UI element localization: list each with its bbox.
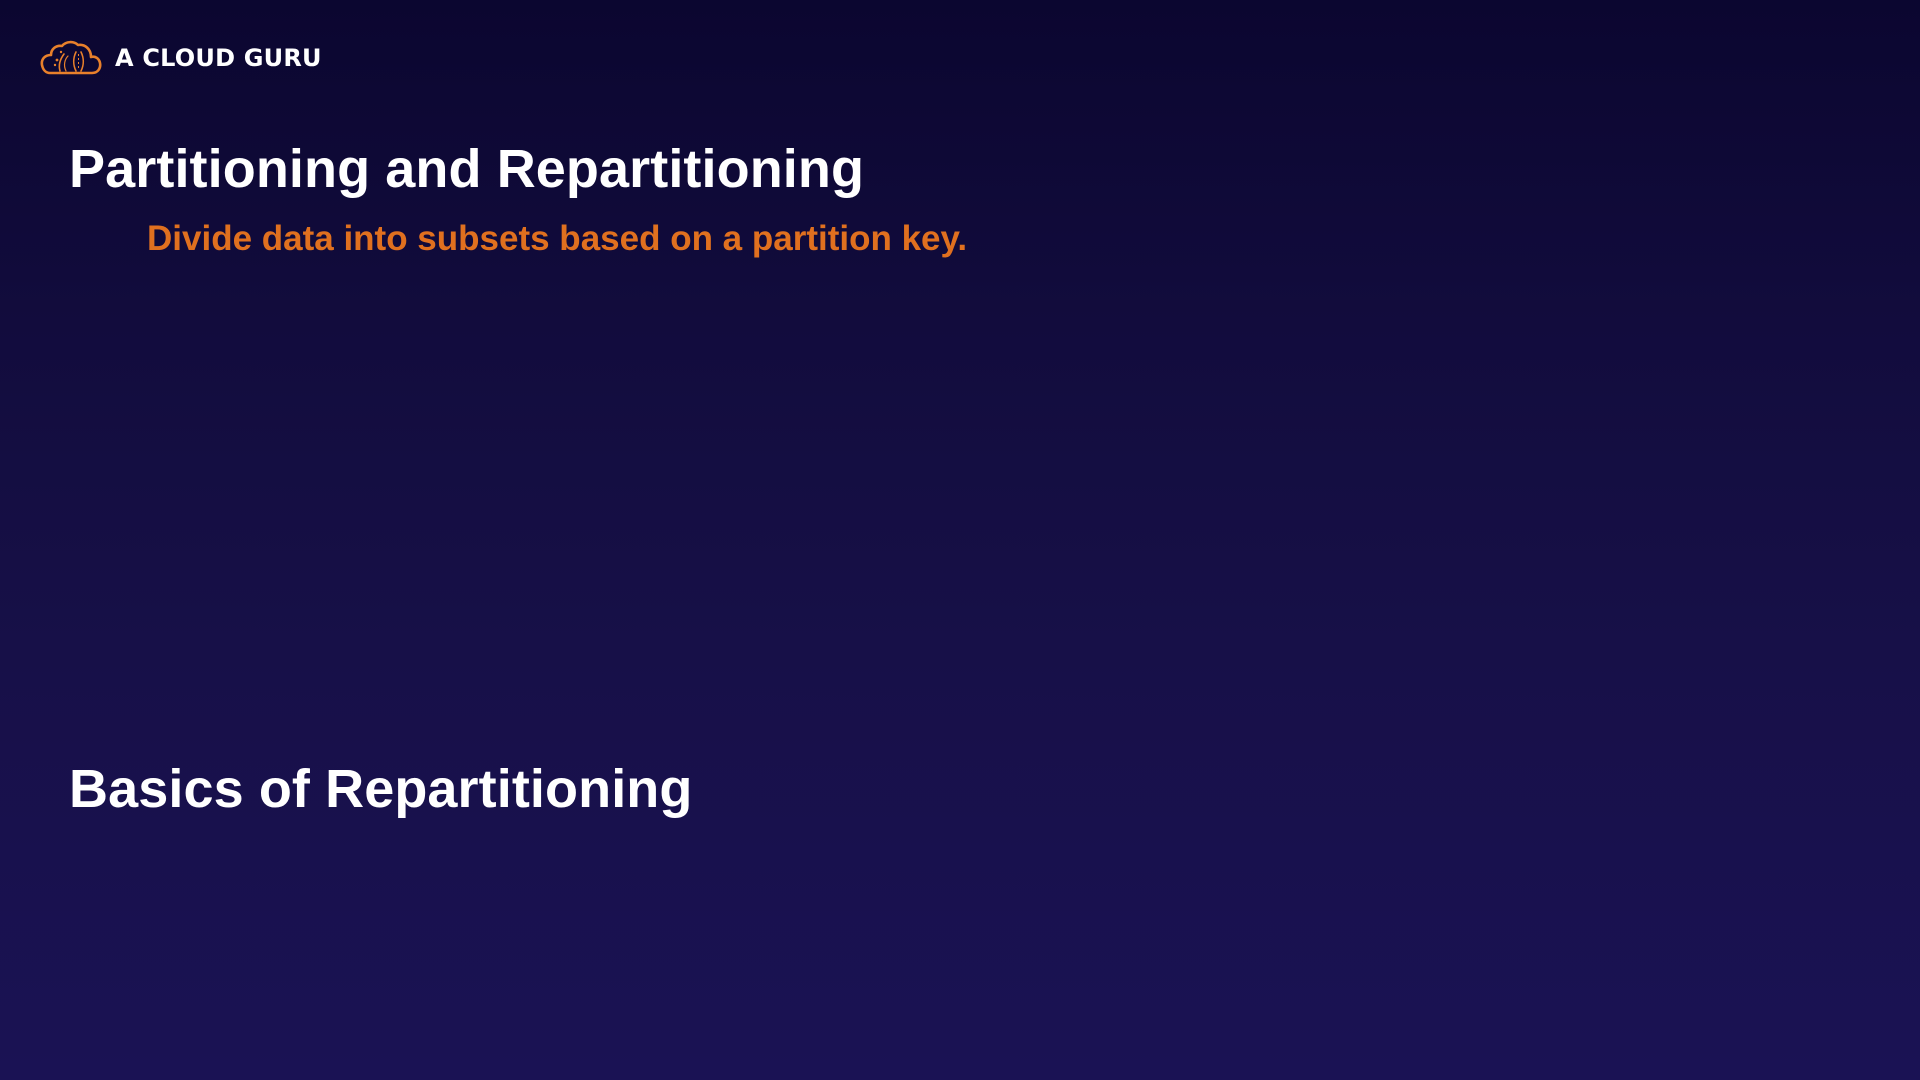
section-title: Basics of Repartitioning <box>69 759 693 819</box>
brand-name: A CLOUD GURU <box>115 44 322 72</box>
cloud-logo-icon <box>40 40 102 75</box>
slide-subtitle: Divide data into subsets based on a part… <box>147 219 968 258</box>
slide-title: Partitioning and Repartitioning <box>69 139 865 199</box>
brand-header: A CLOUD GURU <box>40 38 322 78</box>
